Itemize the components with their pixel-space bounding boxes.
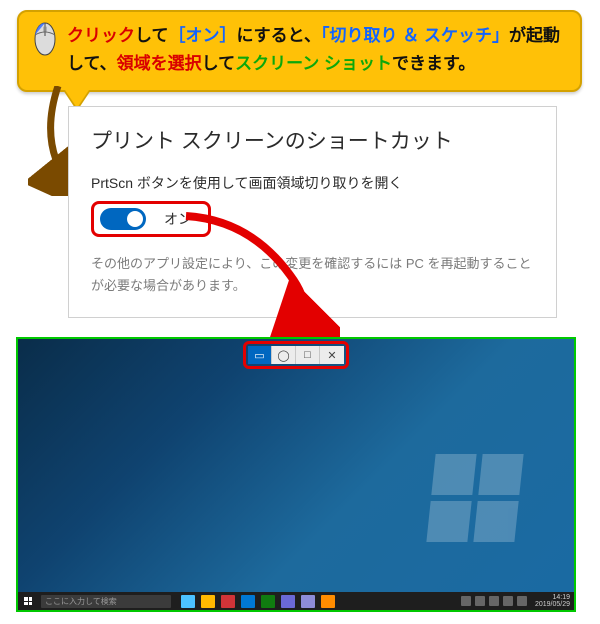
desktop-screenshot: ▭◯□✕ ここに入力して検索 14:19 2019/05/29 bbox=[16, 337, 576, 612]
taskbar-pinned-app-0[interactable] bbox=[181, 595, 195, 608]
clock-date: 2019/05/29 bbox=[535, 601, 570, 608]
settings-heading: プリント スクリーンのショートカット bbox=[91, 125, 534, 155]
settings-panel: プリント スクリーンのショートカット PrtScn ボタンを使用して画面領域切り… bbox=[68, 106, 557, 318]
taskbar-pinned-app-6[interactable] bbox=[301, 595, 315, 608]
snip-sketch-toolbar: ▭◯□✕ bbox=[248, 346, 344, 364]
tray-icon-4[interactable] bbox=[517, 596, 527, 606]
snip-toolbar-highlight: ▭◯□✕ bbox=[243, 341, 349, 369]
taskbar-pinned-app-3[interactable] bbox=[241, 595, 255, 608]
taskbar-search-input[interactable]: ここに入力して検索 bbox=[41, 595, 171, 608]
taskbar-pinned-apps bbox=[181, 595, 461, 608]
snip-mode-button-2[interactable]: □ bbox=[296, 346, 320, 364]
taskbar-pinned-app-7[interactable] bbox=[321, 595, 335, 608]
start-button[interactable] bbox=[18, 597, 38, 605]
taskbar-tray bbox=[461, 596, 527, 606]
taskbar-pinned-app-5[interactable] bbox=[281, 595, 295, 608]
toggle-highlight: オン bbox=[91, 201, 211, 237]
tray-icon-0[interactable] bbox=[461, 596, 471, 606]
clock-time: 14:19 bbox=[535, 594, 570, 601]
taskbar-pinned-app-1[interactable] bbox=[201, 595, 215, 608]
settings-subtitle: PrtScn ボタンを使用して画面領域切り取りを開く bbox=[91, 173, 534, 193]
windows-start-icon bbox=[24, 597, 32, 605]
snip-mode-button-0[interactable]: ▭ bbox=[248, 346, 272, 364]
taskbar-pinned-app-2[interactable] bbox=[221, 595, 235, 608]
tray-icon-2[interactable] bbox=[489, 596, 499, 606]
instruction-text: クリックして［オン］にすると、「切り取り ＆ スケッチ」が起動して、領域を選択し… bbox=[67, 26, 560, 73]
taskbar: ここに入力して検索 14:19 2019/05/29 bbox=[18, 592, 574, 610]
instruction-callout: クリックして［オン］にすると、「切り取り ＆ スケッチ」が起動して、領域を選択し… bbox=[17, 10, 582, 92]
tray-icon-3[interactable] bbox=[503, 596, 513, 606]
settings-note: その他のアプリ設定により、この変更を確認するには PC を再起動することが必要な… bbox=[91, 253, 534, 297]
snip-mode-button-1[interactable]: ◯ bbox=[272, 346, 296, 364]
taskbar-clock[interactable]: 14:19 2019/05/29 bbox=[531, 594, 574, 608]
taskbar-pinned-app-4[interactable] bbox=[261, 595, 275, 608]
windows-logo-icon bbox=[426, 454, 523, 542]
snip-close-button[interactable]: ✕ bbox=[320, 346, 344, 364]
toggle-state-label: オン bbox=[164, 209, 192, 229]
prtscn-toggle[interactable] bbox=[100, 208, 146, 230]
mouse-icon bbox=[33, 22, 57, 56]
tray-icon-1[interactable] bbox=[475, 596, 485, 606]
